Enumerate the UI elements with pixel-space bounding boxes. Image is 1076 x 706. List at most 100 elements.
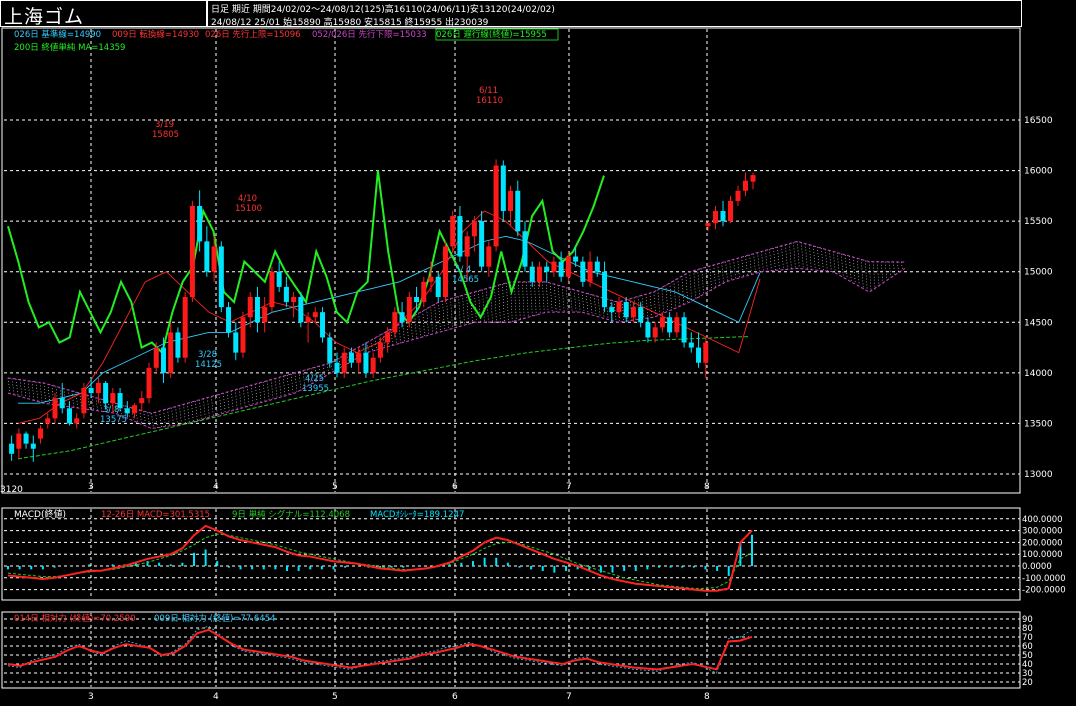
candle-body — [370, 357, 376, 373]
legend-signal: 9日 単純 シグナル=112.4068 — [232, 509, 350, 520]
macd-tick-label: 400.0000 — [1022, 515, 1063, 525]
cloud-hatch — [39, 382, 43, 403]
rsi-panel — [4, 618, 1020, 683]
annotation-value: 15805 — [152, 130, 179, 140]
candle-body — [703, 342, 709, 363]
month-tick-label: 8 — [704, 482, 710, 492]
cloud-hatch — [697, 269, 701, 298]
cloud-hatch — [215, 395, 218, 416]
candle-body — [392, 312, 398, 333]
cloud-hatch — [438, 302, 441, 333]
candle-body — [204, 241, 210, 272]
candle-body — [291, 297, 297, 303]
candle-body — [464, 236, 470, 257]
candle-body — [587, 261, 593, 282]
candle-body — [320, 312, 326, 338]
cloud-hatch — [434, 304, 437, 334]
annotation-value: 16110 — [476, 96, 503, 106]
cloud-hatch — [693, 270, 697, 300]
candle-body — [674, 317, 680, 333]
annotation-value: 15100 — [235, 204, 262, 214]
cloud-hatch — [11, 378, 15, 395]
cloud-hatch — [222, 393, 226, 414]
cloud-hatch — [159, 411, 162, 428]
cloud-hatch — [785, 244, 788, 270]
cloud-hatch — [286, 375, 290, 396]
cloud-hatch — [526, 281, 529, 318]
candle-body — [132, 405, 138, 414]
candle-body — [667, 317, 673, 333]
cloud-hatch — [250, 385, 254, 406]
cloud-hatch — [813, 245, 816, 270]
candle-body — [52, 398, 58, 419]
price-tick-label: 16000 — [1024, 167, 1053, 177]
cloud-hatch — [298, 371, 302, 391]
candle-body — [728, 200, 733, 222]
cloud-hatch — [226, 391, 230, 413]
cloud-hatch — [900, 261, 904, 271]
cloud-hatch — [557, 285, 561, 313]
candle-body — [254, 297, 260, 323]
cloud-hatch — [155, 412, 158, 428]
cloud-hatch — [542, 281, 545, 314]
cloud-hatch — [418, 313, 421, 339]
month-tick-label: 4 — [213, 692, 219, 702]
annotation-date: 3/ 8 — [103, 405, 119, 415]
month-tick-label: 3 — [88, 692, 94, 702]
legend-osc: MACDｵｼﾚｰﾀ=189.1247 — [370, 510, 464, 520]
candle-body — [74, 418, 80, 424]
cloud-hatch — [498, 285, 501, 323]
cloud-hatch — [31, 381, 35, 400]
cloud-hatch — [494, 286, 497, 323]
cloud-hatch — [709, 266, 713, 291]
cloud-hatch — [382, 333, 386, 349]
cloud-hatch — [677, 278, 681, 308]
legend-rsi9: 009日 相対力 (終値)=77.6454 — [154, 613, 276, 624]
cloud-hatch — [741, 257, 744, 278]
cloud-hatch — [860, 259, 864, 288]
candle-body — [565, 256, 571, 277]
legend-macd: 12-26日 MACD=301.5315 — [101, 510, 210, 520]
candle-body — [544, 266, 550, 272]
price-tick-label: 15000 — [1024, 268, 1053, 278]
price-tick-label: 13500 — [1024, 419, 1053, 429]
cloud-hatch — [99, 398, 103, 412]
candle-body — [168, 332, 174, 373]
cloud-hatch — [769, 249, 772, 271]
cloud-hatch — [91, 396, 95, 410]
cloud-hatch — [797, 241, 800, 269]
cloud-hatch — [653, 291, 657, 318]
cloud-hatch — [829, 250, 832, 272]
cloud-hatch — [888, 261, 892, 279]
cloud-hatch — [207, 397, 210, 418]
cloud-hatch — [191, 402, 194, 423]
candle-body — [385, 332, 391, 343]
legend-senkou-b: 052/026日 先行下限=15033 — [312, 29, 427, 40]
cloud-hatch — [565, 287, 569, 313]
candle-body — [652, 327, 658, 338]
candle-body — [573, 256, 579, 262]
cloud-hatch — [689, 271, 693, 303]
candle-body — [508, 190, 514, 212]
cloud-hatch — [290, 373, 294, 395]
cloud-hatch — [836, 252, 840, 274]
candle-body — [735, 190, 741, 201]
candle-body — [623, 302, 629, 318]
cloud-hatch — [685, 273, 689, 304]
candle-body — [705, 223, 711, 227]
cloud-hatch — [868, 261, 872, 292]
cloud-hatch — [721, 262, 725, 285]
cloud-hatch — [573, 289, 577, 313]
candle-body — [103, 382, 109, 404]
cloud-hatch — [673, 280, 677, 309]
cloud-hatch — [852, 257, 856, 284]
candle-body — [226, 307, 232, 333]
cloud-hatch — [561, 286, 565, 313]
annotation-value: 14125 — [195, 360, 222, 370]
price-tick-label: 14500 — [1024, 318, 1053, 328]
cloud-hatch — [430, 306, 433, 335]
cloud-hatch — [95, 397, 99, 411]
macd-tick-label: 300.0000 — [1022, 527, 1063, 537]
macd-tick-label: 200.0000 — [1022, 538, 1063, 548]
candle-body — [334, 362, 340, 373]
